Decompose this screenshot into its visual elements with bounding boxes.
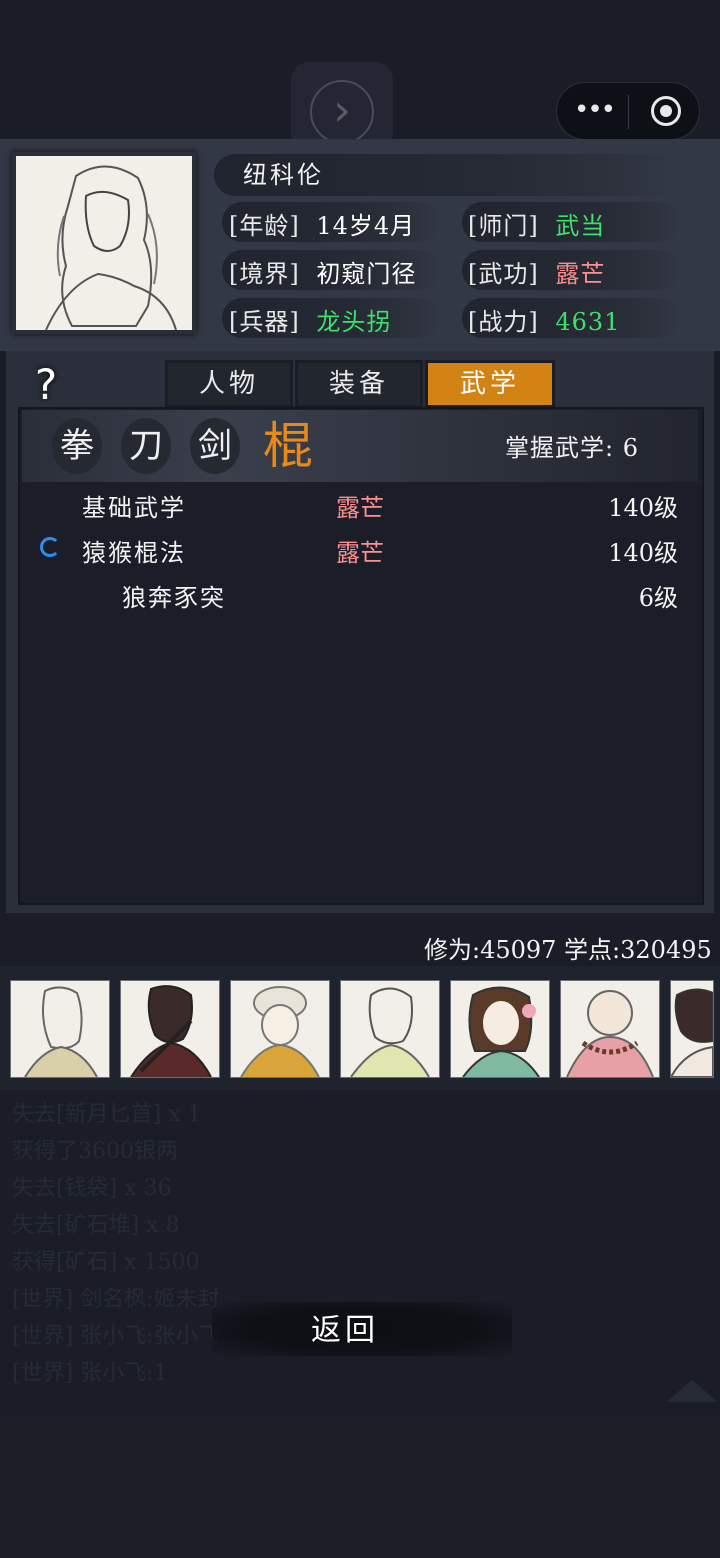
character-name: 纽科伦 — [243, 161, 324, 189]
close-target-icon[interactable] — [651, 96, 681, 126]
category-staff[interactable]: 棍 — [258, 414, 318, 478]
party-member[interactable] — [670, 980, 714, 1078]
log-line: [世界] 张小飞:张小飞 — [12, 1324, 220, 1349]
skill-grade: 露芒 — [336, 494, 384, 522]
tab-equipment[interactable]: 装备 — [295, 360, 423, 408]
portrait-bald-monk-icon — [566, 990, 654, 1077]
power-value: 4631 — [555, 308, 621, 336]
more-icon[interactable]: ••• — [573, 93, 616, 127]
character-portrait[interactable] — [12, 152, 196, 334]
skill-name[interactable]: 狼奔豕突 — [122, 578, 226, 613]
weapon-field: [兵器] 龙头拐 — [229, 302, 391, 337]
collapse-triangle-icon[interactable] — [666, 1380, 718, 1402]
category-sword[interactable]: 剑 — [190, 418, 240, 474]
category-blade[interactable]: 刀 — [121, 418, 171, 474]
log-line: [世界] 张小飞:1 — [12, 1361, 168, 1386]
category-fist[interactable]: 拳 — [52, 418, 102, 474]
sect-field: [师门] 武当 — [468, 206, 605, 241]
party-member[interactable] — [450, 980, 550, 1078]
weapon-value: 龙头拐 — [316, 308, 392, 336]
party-member[interactable] — [230, 980, 330, 1078]
log-line: 获得了3600银两 — [12, 1139, 178, 1164]
portrait-lady-flower-icon — [462, 986, 540, 1077]
skill-level: 140级 — [608, 539, 678, 567]
realm-value: 初窥门径 — [316, 260, 417, 288]
party-member[interactable] — [120, 980, 220, 1078]
log-line: 失去[钱袋] x 36 — [12, 1176, 172, 1201]
help-icon[interactable]: ? — [26, 362, 66, 408]
power-label: [战力] — [468, 308, 539, 336]
power-field: [战力] 4631 — [468, 302, 620, 337]
tab-martial-arts[interactable]: 武学 — [425, 360, 555, 408]
mastery-count: 掌握武学: 6 — [505, 434, 639, 462]
capsule-divider — [628, 95, 629, 129]
party-member[interactable] — [560, 980, 660, 1078]
skill-field: [武功] 露芒 — [468, 254, 605, 289]
skill-label: [武功] — [468, 260, 539, 288]
age-label: [年龄] — [229, 212, 300, 240]
skill-name[interactable]: 猿猴棍法 — [82, 533, 186, 568]
sect-value: 武当 — [555, 212, 606, 240]
back-button[interactable]: 返回 — [300, 1308, 390, 1354]
portrait-young-icon — [671, 988, 713, 1077]
portrait-hairpin-icon — [350, 987, 430, 1077]
skill-level: 6级 — [638, 584, 678, 612]
tab-character[interactable]: 人物 — [165, 360, 293, 408]
skill-name[interactable]: 基础武学 — [82, 488, 186, 523]
age-value: 14岁4月 — [316, 212, 416, 240]
chevron-right-icon: › — [310, 80, 374, 144]
portrait-longhair-icon — [24, 986, 98, 1077]
skill-grade: 露芒 — [336, 539, 384, 567]
log-line: [世界] 剑名枫:姬未封 — [12, 1287, 220, 1312]
forward-button[interactable]: › — [291, 62, 393, 150]
bottom-panel — [0, 1418, 720, 1558]
loading-spinner-icon — [40, 537, 60, 557]
log-line: 失去[新月匕首] x 1 — [12, 1102, 202, 1127]
party-member[interactable] — [340, 980, 440, 1078]
age-field: [年龄] 14岁4月 — [229, 206, 415, 241]
log-line: 获得[矿石] x 1500 — [12, 1250, 200, 1275]
log-line: 失去[矿石堆] x 8 — [12, 1213, 180, 1238]
mini-program-capsule: ••• — [556, 82, 700, 140]
cultivation-stats: 修为:45097 学点:320495 — [424, 936, 712, 964]
portrait-monk-hat-icon — [240, 986, 320, 1077]
portrait-longhair-icon — [16, 156, 192, 331]
skill-level: 140级 — [608, 494, 678, 522]
skill-value: 露芒 — [555, 260, 606, 288]
realm-label: [境界] — [229, 260, 300, 288]
portrait-swordsman-icon — [130, 985, 212, 1077]
sect-label: [师门] — [468, 212, 539, 240]
realm-field: [境界] 初窥门径 — [229, 254, 416, 289]
party-member[interactable] — [10, 980, 110, 1078]
weapon-label: [兵器] — [229, 308, 300, 336]
